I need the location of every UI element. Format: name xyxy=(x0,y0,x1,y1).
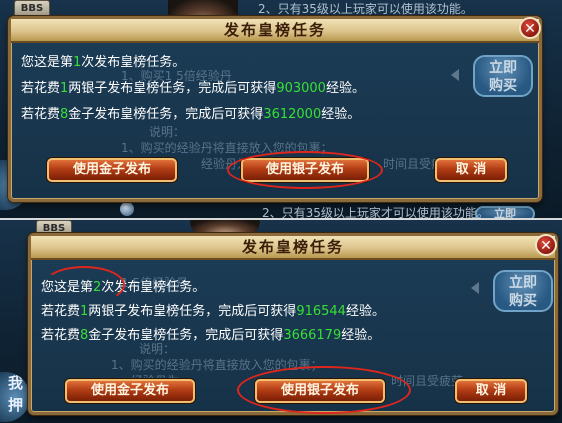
buy-now-label: 立即 xyxy=(489,60,517,76)
background-desc-line: 1、购买的经验丹将直接放入您的包裹； xyxy=(111,358,323,372)
text: 两银子发布皇榜任务，完成后可获得 xyxy=(68,81,277,96)
text: 次发布皇榜任务。 xyxy=(101,280,206,295)
text: 若花费 xyxy=(21,107,61,122)
dialog-title-bar: 发布皇榜任务 xyxy=(11,19,539,43)
text: 若花费 xyxy=(41,304,81,319)
gold-exp-value: 3612000 xyxy=(263,107,322,122)
text: 您这是第 xyxy=(21,55,74,70)
text: 两银子发布皇榜任务，完成后可获得 xyxy=(88,304,297,319)
background-desc-line: 1、购买的经验丹将直接放入您的包裹； xyxy=(121,141,333,155)
buy-now-label: 立即 xyxy=(509,275,537,291)
publish-bounty-dialog: 发布皇榜任务 ✕ 1 5倍经验丹 说明： 1、购买的经验丹将直接放入您的包裹； … xyxy=(28,233,558,415)
arrow-left-icon xyxy=(451,69,459,81)
text: 经验。 xyxy=(321,107,361,122)
gold-cost-text: 若花费8金子发布皇榜任务，完成后可获得3612000经验。 xyxy=(21,103,360,122)
dialog-title: 发布皇榜任务 xyxy=(223,21,326,39)
gold-exp-value: 3666179 xyxy=(283,328,342,343)
gold-cost-text: 若花费8金子发布皇榜任务，完成后可获得3666179经验。 xyxy=(41,324,380,343)
close-button[interactable]: ✕ xyxy=(535,234,557,256)
publish-bounty-dialog: 发布皇榜任务 ✕ 1、购买1 5倍经验丹 说明： 1、购买的经验丹将直接放入您的… xyxy=(8,16,542,202)
background-hint-text: 2、只有35级以上玩家可以使用该功能。 xyxy=(258,2,473,16)
use-gold-button[interactable]: 使用金子发布 xyxy=(47,158,177,182)
buy-now-button[interactable]: 立即 购买 xyxy=(473,55,533,97)
gem-icon xyxy=(120,202,134,216)
silver-cost-text: 若花费1两银子发布皇榜任务，完成后可获得903000经验。 xyxy=(21,77,365,96)
publish-count-text: 您这是第1次发布皇榜任务。 xyxy=(21,51,185,70)
text: 经验。 xyxy=(325,81,365,96)
publish-count-text: 您这是第2次发布皇榜任务。 xyxy=(41,276,205,295)
close-button[interactable]: ✕ xyxy=(519,17,541,39)
text: 您这是第 xyxy=(41,280,94,295)
dialog-title-bar: 发布皇榜任务 xyxy=(31,236,555,260)
text: 金子发布皇榜任务，完成后可获得 xyxy=(68,107,264,122)
text: 金子发布皇榜任务，完成后可获得 xyxy=(88,328,284,343)
buy-now-label: 购买 xyxy=(489,78,517,94)
text: 若花费 xyxy=(41,328,81,343)
background-text-line: 2、只有35级以上玩家才可以使用该功能。 xyxy=(262,206,489,218)
silver-cost-text: 若花费1两银子发布皇榜任务，完成后可获得916544经验。 xyxy=(41,300,385,319)
background-desc-label: 说明： xyxy=(149,125,186,139)
text: 次发布皇榜任务。 xyxy=(81,55,186,70)
use-silver-button[interactable]: 使用银子发布 xyxy=(255,379,385,403)
buy-now-label: 购买 xyxy=(509,293,537,309)
arrow-left-icon xyxy=(471,282,479,294)
text: 若花费 xyxy=(21,81,61,96)
cancel-button[interactable]: 取 消 xyxy=(435,158,507,182)
use-silver-button[interactable]: 使用银子发布 xyxy=(241,158,369,182)
silver-exp-value: 903000 xyxy=(276,81,326,96)
left-side-tab[interactable]: 我押 xyxy=(0,372,30,422)
buy-now-button[interactable]: 立即 购买 xyxy=(493,270,553,312)
dialog-title: 发布皇榜任务 xyxy=(241,238,344,256)
silver-exp-value: 916544 xyxy=(296,304,346,319)
use-gold-button[interactable]: 使用金子发布 xyxy=(65,379,195,403)
text: 经验。 xyxy=(345,304,385,319)
cancel-button[interactable]: 取 消 xyxy=(455,379,527,403)
text: 经验。 xyxy=(341,328,381,343)
